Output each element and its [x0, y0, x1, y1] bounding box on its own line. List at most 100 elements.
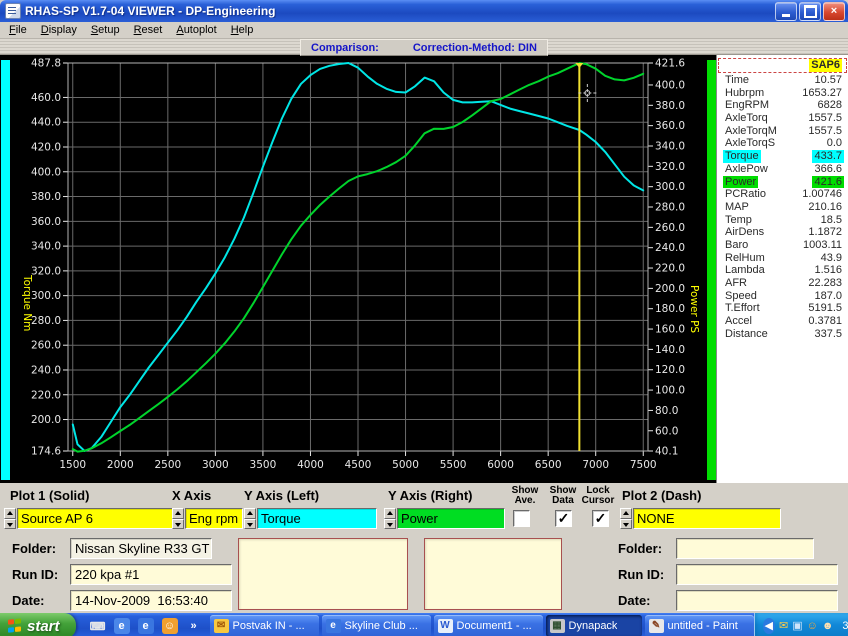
quick-launch-overflow-icon[interactable]: » [186, 618, 202, 634]
spinner-up-icon[interactable] [244, 508, 256, 519]
panel-row-baro: Baro1003.11 [717, 239, 848, 252]
panel-label: EngRPM [723, 99, 771, 112]
left-axis-color-stripe [1, 60, 10, 480]
tray-back-icon[interactable]: ◀ [763, 618, 775, 634]
spinner-up-icon[interactable] [172, 508, 184, 519]
svg-text:260.0: 260.0 [31, 340, 61, 352]
panel-label: Power [723, 176, 758, 189]
svg-text:1500: 1500 [59, 459, 86, 471]
title-bar[interactable]: RHAS-SP V1.7-04 VIEWER - DP-Engineering … [0, 0, 848, 22]
comment-box-1[interactable] [238, 538, 408, 610]
yaxis-left-spinner[interactable] [244, 508, 256, 529]
plot2-spinner[interactable] [620, 508, 632, 529]
panel-label: Hubrpm [723, 87, 766, 100]
tray-mail-icon[interactable]: ✉ [779, 618, 788, 634]
plot2-field[interactable]: NONE [633, 508, 781, 529]
yaxis-right-field[interactable]: Power [397, 508, 505, 529]
folder2-field[interactable] [676, 538, 814, 559]
spinner-down-icon[interactable] [172, 519, 184, 530]
quick-launch-messenger-icon[interactable]: ☺ [162, 618, 178, 634]
panel-row-hubrpm: Hubrpm1653.27 [717, 87, 848, 100]
checkbox-show-ave[interactable] [513, 510, 530, 527]
svg-text:40.1: 40.1 [655, 446, 678, 458]
taskbar-button-document1[interactable]: WDocument1 - ... [434, 615, 543, 636]
close-icon: × [831, 5, 837, 17]
panel-value: 1.00746 [800, 188, 844, 201]
spinner-up-icon[interactable] [620, 508, 632, 519]
panel-label: AirDens [723, 226, 766, 239]
close-button[interactable]: × [823, 2, 845, 21]
svg-text:340.0: 340.0 [31, 241, 61, 253]
minimize-button[interactable] [775, 2, 797, 21]
check-label-data: Show Data [543, 486, 583, 506]
plot2-combo: NONE [620, 508, 781, 529]
tray-display-icon[interactable]: ▣ [792, 618, 802, 634]
panel-value: 187.0 [812, 290, 844, 303]
tray-messenger-icon[interactable]: ☺ [807, 618, 818, 634]
yaxis-left-field[interactable]: Torque [257, 508, 377, 529]
date2-field[interactable] [676, 590, 838, 611]
spinner-down-icon[interactable] [384, 519, 396, 530]
right-axis-color-stripe [707, 60, 716, 480]
xaxis-spinner[interactable] [172, 508, 184, 529]
panel-label: PCRatio [723, 188, 768, 201]
checkbox-show-data[interactable]: ✓ [555, 510, 572, 527]
spinner-up-icon[interactable] [384, 508, 396, 519]
svg-text:421.6: 421.6 [655, 58, 685, 70]
spinner-down-icon[interactable] [4, 519, 16, 530]
quick-launch-app-icon[interactable]: e [114, 618, 130, 634]
panel-row-pcratio: PCRatio 1.00746 [717, 188, 848, 201]
date-field[interactable]: 14-Nov-2009 16:53:40 [70, 590, 232, 611]
plot1-field[interactable]: Source AP 6 [17, 508, 173, 529]
app-icon [5, 3, 21, 19]
panel-label: Speed [723, 290, 759, 303]
svg-text:120.0: 120.0 [655, 364, 685, 376]
checkbox-lock-cursor[interactable]: ✓ [592, 510, 609, 527]
quick-launch-keyboard-icon[interactable]: ⌨ [90, 618, 106, 634]
taskbar-button-skyline-club[interactable]: eSkyline Club ... [322, 615, 431, 636]
runid2-field[interactable] [676, 564, 838, 585]
data-cursor[interactable] [575, 63, 583, 451]
start-button[interactable]: start [0, 613, 76, 636]
yaxis-right-spinner[interactable] [384, 508, 396, 529]
svg-text:7000: 7000 [582, 459, 609, 471]
plot1-spinner[interactable] [4, 508, 16, 529]
control-panel: Plot 1 (Solid) X Axis Y Axis (Left) Y Ax… [0, 483, 848, 613]
spinner-down-icon[interactable] [620, 519, 632, 530]
taskbar-button-untitled-paint[interactable]: ✎untitled - Paint [645, 615, 754, 636]
taskbar-button-postvak-in[interactable]: ✉Postvak IN - ... [210, 615, 319, 636]
svg-text:2000: 2000 [107, 459, 134, 471]
spinner-down-icon[interactable] [244, 519, 256, 530]
runid-field[interactable]: 220 kpa #1 [70, 564, 232, 585]
taskbar-button-dynapack[interactable]: ▦Dynapack [546, 615, 642, 636]
tray-user-icon[interactable]: ☻ [822, 618, 834, 634]
maximize-button[interactable] [799, 2, 821, 21]
panel-label: T.Effort [723, 302, 762, 315]
maximize-icon [804, 5, 817, 18]
panel-value: 1.516 [812, 264, 844, 277]
folder-label: Folder: [12, 541, 56, 556]
spinner-up-icon[interactable] [4, 508, 16, 519]
svg-text:174.6: 174.6 [31, 446, 61, 458]
comment-box-2[interactable] [424, 538, 562, 610]
svg-text:Torque Nm: Torque Nm [21, 274, 33, 331]
menu-item-autoplot[interactable]: Autoplot [169, 23, 223, 37]
svg-text:380.0: 380.0 [655, 100, 685, 112]
xaxis-field[interactable]: Eng rpm [185, 508, 243, 529]
svg-text:7500: 7500 [630, 459, 657, 471]
folder-field[interactable]: Nissan Skyline R33 GT [70, 538, 212, 559]
panel-label: Lambda [723, 264, 767, 277]
menu-item-file[interactable]: File [2, 23, 34, 37]
taskbar-buttons: ✉Postvak IN - ...eSkyline Club ...WDocum… [210, 615, 754, 636]
svg-text:3500: 3500 [250, 459, 277, 471]
menu-item-reset[interactable]: Reset [127, 23, 170, 37]
menu-item-display[interactable]: Display [34, 23, 84, 37]
menu-bar: FileDisplaySetupResetAutoplotHelp [0, 22, 848, 39]
menu-item-help[interactable]: Help [224, 23, 261, 37]
tray-icons: ◀✉▣ ☺☻ [763, 618, 834, 634]
svg-text:4500: 4500 [345, 459, 372, 471]
menu-item-setup[interactable]: Setup [84, 23, 127, 37]
quick-launch-ie-icon[interactable]: e [138, 618, 154, 634]
taskbar-button-label: Dynapack [569, 620, 618, 632]
panel-label: Baro [723, 239, 750, 252]
